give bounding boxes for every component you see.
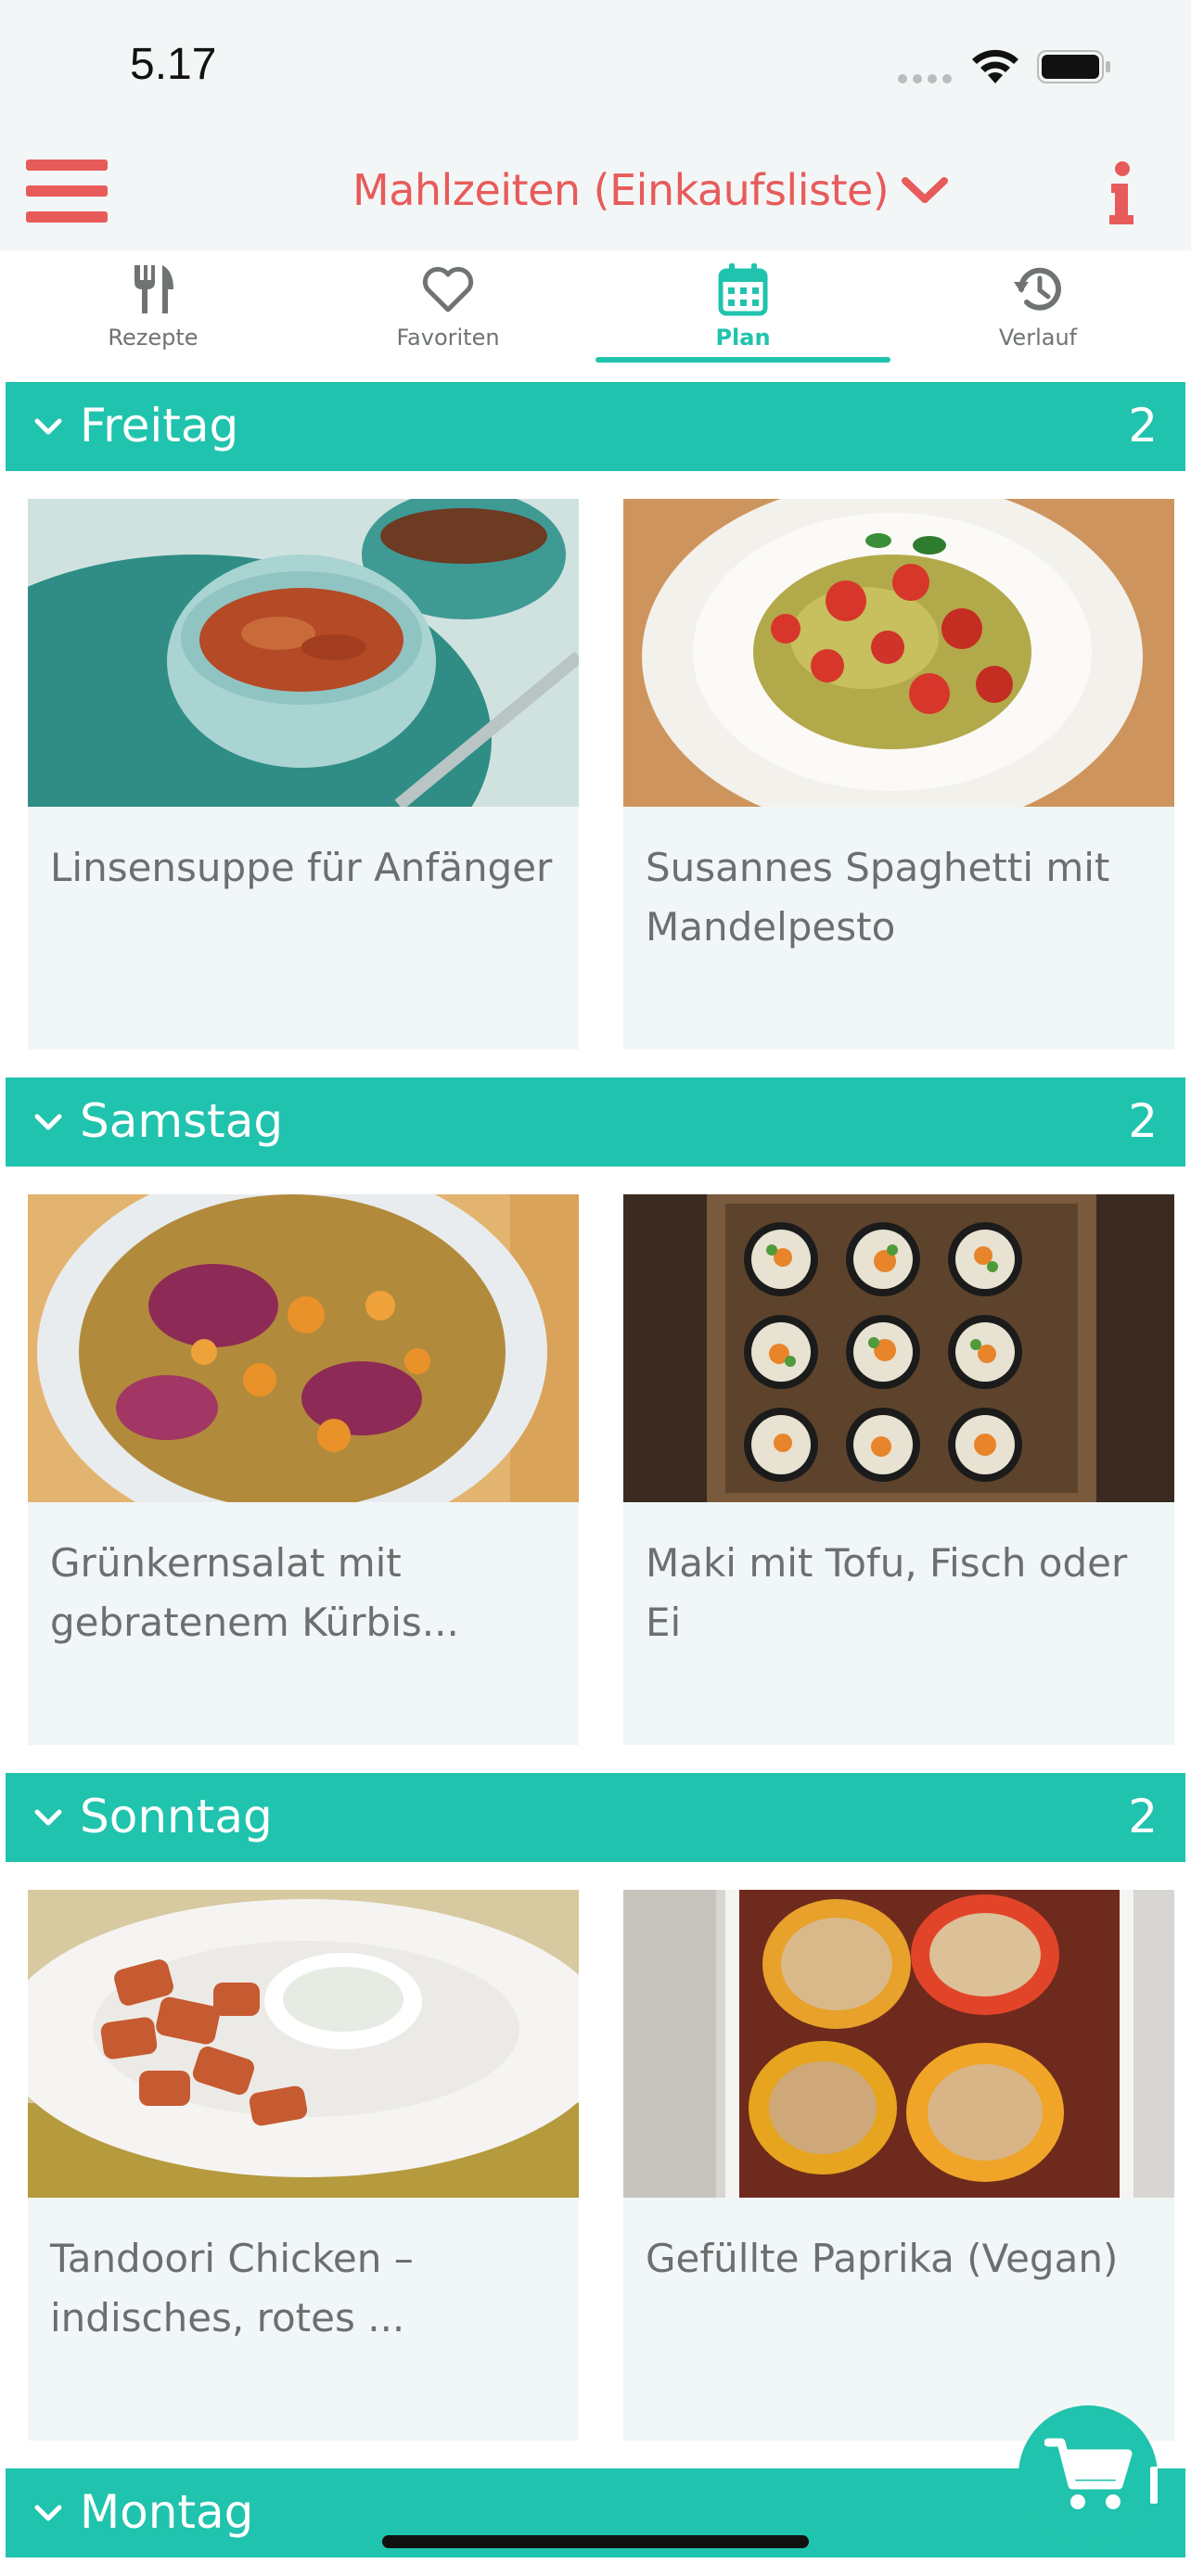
- meal-title: Maki mit Tofu, Fisch oder Ei: [646, 1540, 1128, 1645]
- meal-image: [28, 499, 579, 807]
- tab-label: Favoriten: [396, 325, 500, 351]
- meal-card[interactable]: Maki mit Tofu, Fisch oder Ei: [623, 1194, 1174, 1745]
- calendar-icon: [718, 263, 768, 316]
- meal-card[interactable]: Linsensuppe für Anfänger: [28, 499, 579, 1050]
- info-icon[interactable]: [1104, 159, 1141, 226]
- tab-plan[interactable]: Plan: [596, 250, 890, 366]
- page-title: Mahlzeiten (Einkaufsliste): [352, 165, 890, 215]
- chevron-down-icon: [34, 1114, 62, 1130]
- wifi-icon: [972, 49, 1018, 83]
- tab-verlauf[interactable]: Verlauf: [890, 250, 1185, 366]
- fork-knife-icon: [134, 265, 173, 313]
- day-title: Freitag: [80, 399, 239, 453]
- day-meal-count: 2: [1128, 1094, 1158, 1148]
- day-meal-count: 2: [1128, 1790, 1158, 1843]
- meal-card[interactable]: Susannes Spaghetti mit Mandelpesto: [623, 499, 1174, 1050]
- cellular-signal-icon: [898, 74, 952, 83]
- tab-favoriten[interactable]: Favoriten: [301, 250, 596, 366]
- history-icon: [1014, 267, 1061, 311]
- day-title: Montag: [80, 2485, 254, 2539]
- meal-plan-dropdown[interactable]: Mahlzeiten (Einkaufsliste): [352, 165, 949, 215]
- day-meal-count-partial: [1150, 2467, 1158, 2504]
- meal-title: Tandoori Chicken –indisches, rotes ...: [50, 2236, 414, 2340]
- tab-bar: Rezepte Favoriten Plan Verlauf: [6, 250, 1185, 366]
- chevron-down-icon: [902, 177, 949, 203]
- meal-card[interactable]: Gefüllte Paprika (Vegan): [623, 1890, 1174, 2441]
- meal-image: [623, 1890, 1174, 2198]
- tab-label: Rezepte: [108, 325, 198, 351]
- chevron-down-icon: [34, 2505, 62, 2521]
- meal-card[interactable]: Grünkernsalat mit gebratenem Kürbis...: [28, 1194, 579, 1745]
- day-title: Sonntag: [80, 1790, 273, 1843]
- meal-card[interactable]: Tandoori Chicken –indisches, rotes ...: [28, 1890, 579, 2441]
- tab-label: Plan: [715, 325, 771, 351]
- day-meal-count: 2: [1128, 399, 1158, 453]
- meal-title: Gefüllte Paprika (Vegan): [646, 2236, 1119, 2281]
- meal-title: Linsensuppe für Anfänger: [50, 845, 553, 890]
- battery-icon: [1037, 50, 1110, 83]
- meal-image: [28, 1890, 579, 2198]
- chevron-down-icon: [34, 418, 62, 435]
- meal-image: [623, 499, 1174, 807]
- tab-label: Verlauf: [998, 325, 1078, 351]
- home-indicator: [382, 2535, 809, 2548]
- status-bar: 5.17: [0, 0, 1191, 139]
- shopping-cart-button[interactable]: [1018, 2405, 1158, 2544]
- day-header-sonntag[interactable]: Sonntag 2: [6, 1773, 1185, 1862]
- shopping-cart-icon: [1044, 2438, 1133, 2509]
- heart-icon: [422, 266, 474, 312]
- day-header-samstag[interactable]: Samstag 2: [6, 1078, 1185, 1167]
- day-header-freitag[interactable]: Freitag 2: [6, 382, 1185, 471]
- meal-image: [623, 1194, 1174, 1502]
- chevron-down-icon: [34, 1809, 62, 1826]
- meal-image: [28, 1194, 579, 1502]
- meal-title: Susannes Spaghetti mit Mandelpesto: [646, 845, 1110, 950]
- tab-rezepte[interactable]: Rezepte: [6, 250, 301, 366]
- hamburger-menu-icon[interactable]: [26, 156, 108, 226]
- day-title: Samstag: [80, 1094, 284, 1148]
- app-header: Mahlzeiten (Einkaufsliste): [0, 139, 1191, 250]
- status-time: 5.17: [130, 40, 217, 89]
- meal-title: Grünkernsalat mit gebratenem Kürbis...: [50, 1540, 459, 1645]
